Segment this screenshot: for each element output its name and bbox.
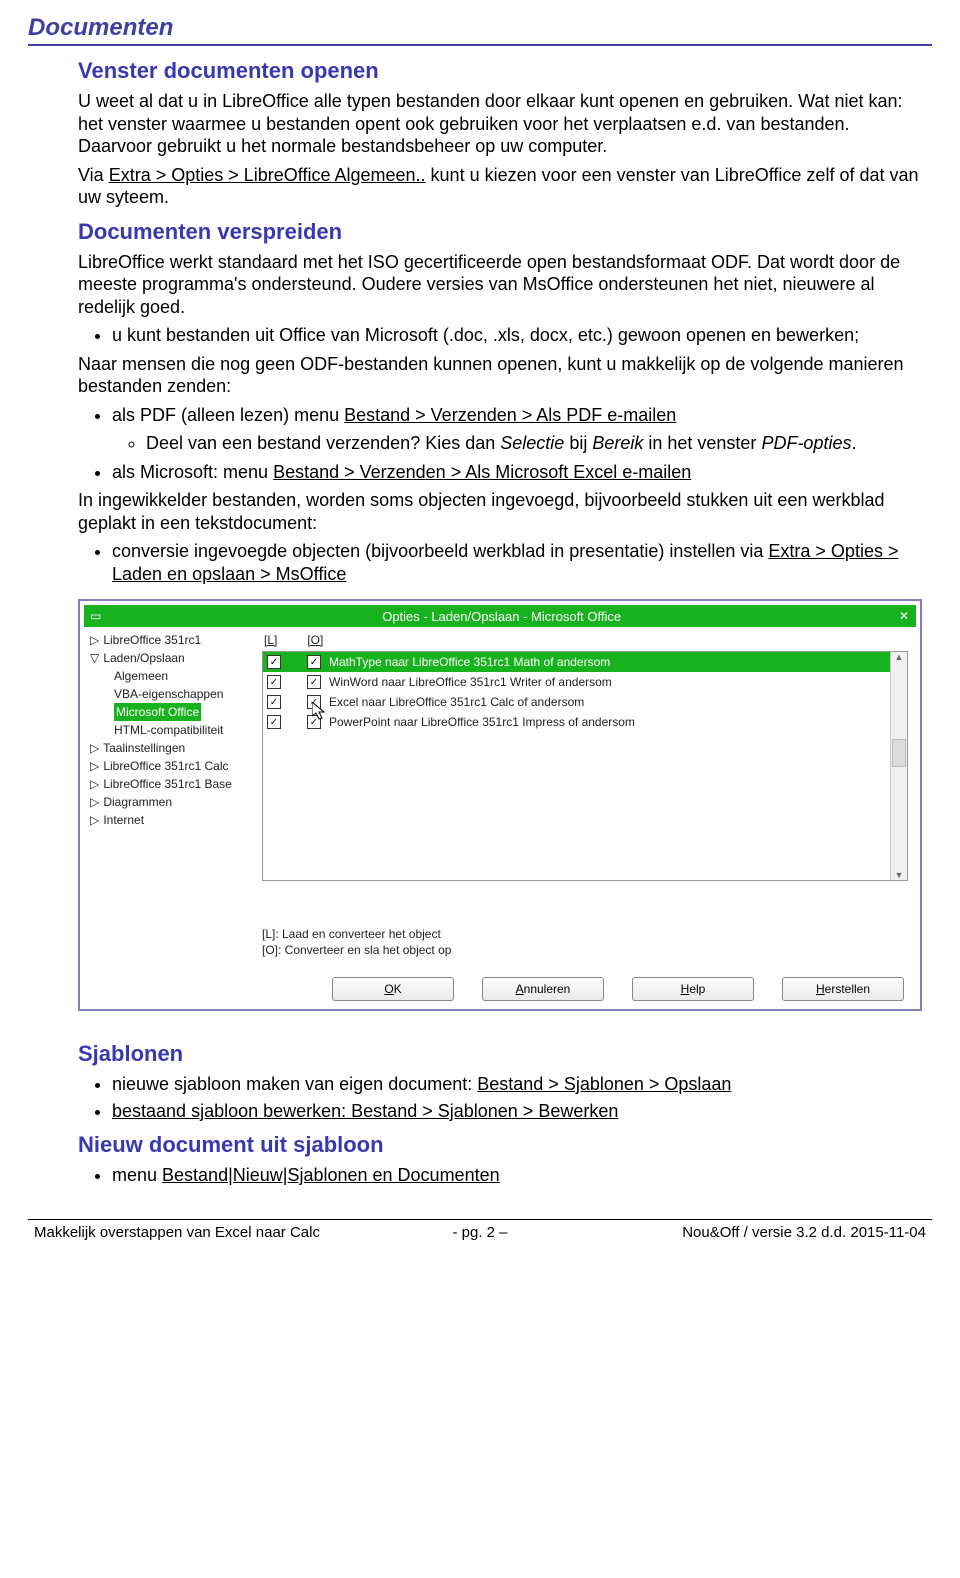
checkbox-load[interactable]: ✓ (267, 655, 281, 669)
options-tree[interactable]: ▷ LibreOffice 351rc1▽ Laden/OpslaanAlgem… (84, 627, 254, 967)
list-item: als PDF (alleen lezen) menu Bestand > Ve… (112, 404, 922, 455)
tree-item[interactable]: ▷ LibreOffice 351rc1 (90, 631, 250, 649)
tree-item[interactable]: ▷ Taalinstellingen (90, 739, 250, 757)
dialog-titlebar[interactable]: ▭ Opties - Laden/Opslaan - Microsoft Off… (84, 605, 916, 627)
conversion-listbox[interactable]: ✓ ✓ MathType naar LibreOffice 351rc1 Math … (262, 651, 908, 881)
list-item: u kunt bestanden uit Office van Microsof… (112, 324, 922, 347)
heading-open-window: Venster documenten openen (78, 58, 922, 84)
scroll-up-icon[interactable]: ▲ (895, 652, 904, 662)
scrollbar[interactable]: ▲ ▼ (890, 652, 907, 880)
menu-path-link: Bestand > Verzenden > Als PDF e-mailen (344, 405, 676, 425)
list-row[interactable]: ✓ ✓ PowerPoint naar LibreOffice 351rc1 Imp… (263, 712, 907, 732)
list-row[interactable]: ✓ ✓ WinWord naar LibreOffice 351rc1 Writer… (263, 672, 907, 692)
scroll-down-icon[interactable]: ▼ (895, 870, 904, 880)
list-item: menu Bestand|Nieuw|Sjablonen en Document… (112, 1164, 922, 1187)
heading-spread: Documenten verspreiden (78, 219, 922, 245)
tree-item[interactable]: ▷ LibreOffice 351rc1 Base (90, 775, 250, 793)
page-title: Documenten (28, 14, 932, 42)
close-icon[interactable]: ✕ (896, 608, 912, 624)
checkbox-save[interactable]: ✓ (307, 695, 321, 709)
checkbox-save[interactable]: ✓ (307, 715, 321, 729)
scroll-thumb[interactable] (892, 739, 906, 767)
menu-path-link: Extra > Opties > LibreOffice Algemeen.. (109, 165, 426, 185)
tree-item[interactable]: ▷ LibreOffice 351rc1 Calc (90, 757, 250, 775)
checkbox-load[interactable]: ✓ (267, 695, 281, 709)
paragraph: U weet al dat u in LibreOffice alle type… (78, 90, 922, 158)
dialog-title: Opties - Laden/Opslaan - Microsoft Offic… (107, 609, 896, 624)
tree-item[interactable]: Microsoft Office (90, 703, 250, 721)
checkbox-save[interactable]: ✓ (307, 655, 321, 669)
paragraph: In ingewikkelder bestanden, worden soms … (78, 489, 922, 534)
footer-right: Nou&Off / versie 3.2 d.d. 2015-11-04 (629, 1224, 926, 1241)
tree-item[interactable]: ▽ Laden/Opslaan (90, 649, 250, 667)
tree-item[interactable]: VBA-eigenschappen (90, 685, 250, 703)
list-item: bestaand sjabloon bewerken: Bestand > Sj… (112, 1100, 922, 1123)
checkbox-save[interactable]: ✓ (307, 675, 321, 689)
ok-button[interactable]: OK (332, 977, 454, 1001)
paragraph: Via Extra > Opties > LibreOffice Algemee… (78, 164, 922, 209)
list-item: nieuwe sjabloon maken van eigen document… (112, 1073, 922, 1096)
column-headers: [L] [O] (262, 633, 908, 647)
menu-path-link: bestaand sjabloon bewerken: Bestand > Sj… (112, 1101, 618, 1121)
menu-path-link: Bestand > Sjablonen > Opslaan (477, 1074, 731, 1094)
document-icon: ▭ (90, 609, 101, 623)
heading-new-doc: Nieuw document uit sjabloon (78, 1132, 922, 1158)
checkbox-load[interactable]: ✓ (267, 715, 281, 729)
list-row-label: MathType naar LibreOffice 351rc1 Math of… (329, 655, 610, 669)
page-footer: Makkelijk overstappen van Excel naar Cal… (28, 1224, 932, 1241)
help-button[interactable]: Help (632, 977, 754, 1001)
list-row-label: WinWord naar LibreOffice 351rc1 Writer o… (329, 675, 612, 689)
list-item: als Microsoft: menu Bestand > Verzenden … (112, 461, 922, 484)
list-item: Deel van een bestand verzenden? Kies dan… (146, 432, 922, 455)
heading-rule (28, 44, 932, 46)
list-row[interactable]: ✓ ✓ MathType naar LibreOffice 351rc1 Math … (263, 652, 907, 672)
paragraph: Naar mensen die nog geen ODF-bestanden k… (78, 353, 922, 398)
footer-left: Makkelijk overstappen van Excel naar Cal… (34, 1224, 331, 1241)
tree-item[interactable]: HTML-compatibiliteit (90, 721, 250, 739)
cancel-button[interactable]: Annuleren (482, 977, 604, 1001)
legend: [L]: Laad en converteer het object [O]: … (262, 925, 908, 959)
tree-item[interactable]: ▷ Diagrammen (90, 793, 250, 811)
checkbox-load[interactable]: ✓ (267, 675, 281, 689)
reset-button[interactable]: Herstellen (782, 977, 904, 1001)
list-row-label: PowerPoint naar LibreOffice 351rc1 Impre… (329, 715, 635, 729)
tree-item[interactable]: ▷ Internet (90, 811, 250, 829)
footer-rule (28, 1219, 932, 1220)
paragraph: LibreOffice werkt standaard met het ISO … (78, 251, 922, 319)
heading-templates: Sjablonen (78, 1041, 922, 1067)
options-dialog: ▭ Opties - Laden/Opslaan - Microsoft Off… (78, 599, 922, 1011)
list-row-label: Excel naar LibreOffice 351rc1 Calc of an… (329, 695, 584, 709)
footer-page-number: - pg. 2 – (331, 1224, 628, 1241)
list-row[interactable]: ✓ ✓ Excel naar LibreOffice 351rc1 Calc of … (263, 692, 907, 712)
list-item: conversie ingevoegde objecten (bijvoorbe… (112, 540, 922, 585)
tree-item[interactable]: Algemeen (90, 667, 250, 685)
menu-path-link: Bestand > Verzenden > Als Microsoft Exce… (273, 462, 691, 482)
menu-path-link: Bestand|Nieuw|Sjablonen en Documenten (162, 1165, 500, 1185)
